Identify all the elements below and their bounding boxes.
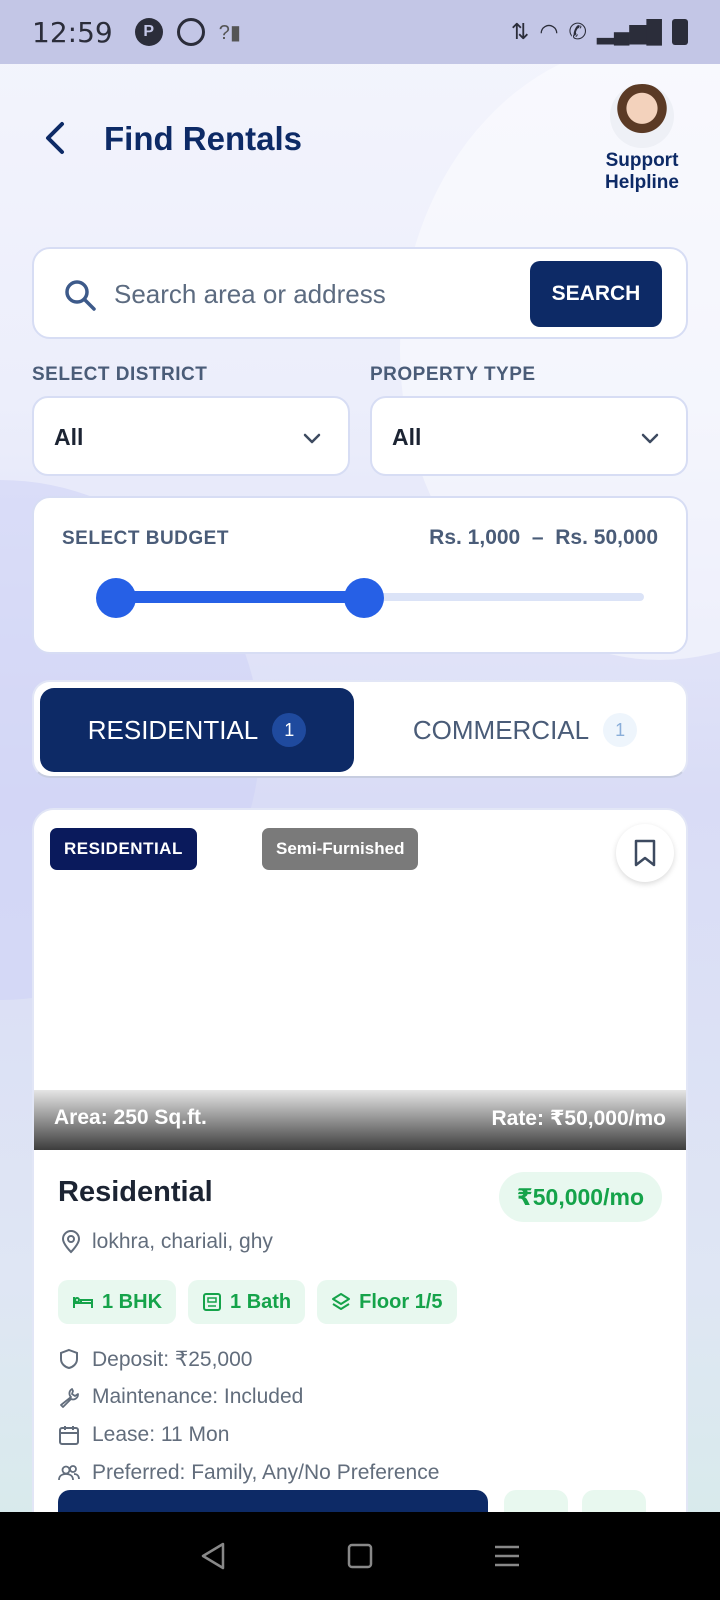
wifi-call-icon: ✆ xyxy=(568,19,587,44)
budget-card: SELECT BUDGET Rs. 1,000 – Rs. 50,000 xyxy=(32,496,688,654)
users-icon xyxy=(58,1465,80,1481)
header: Find Rentals Support Helpline xyxy=(0,64,720,234)
listing-title: Residential xyxy=(58,1176,213,1208)
property-type-dropdown[interactable]: All xyxy=(370,396,688,476)
support-agent-avatar xyxy=(610,84,674,148)
district-label: SELECT DISTRICT xyxy=(32,364,208,385)
page-title: Find Rentals xyxy=(104,120,303,157)
location-pin-icon xyxy=(61,1230,81,1254)
search-bar: SEARCH xyxy=(32,247,688,339)
chevron-down-icon xyxy=(641,433,659,444)
app-notification-icon: P xyxy=(134,18,163,46)
property-type-chip: RESIDENTIAL xyxy=(50,828,197,870)
search-input[interactable] xyxy=(114,269,474,319)
back-triangle-icon xyxy=(202,1542,225,1570)
bookmark-icon xyxy=(634,839,656,867)
property-type-label: PROPERTY TYPE xyxy=(370,364,536,385)
home-square-icon xyxy=(347,1543,373,1569)
search-icon xyxy=(65,280,96,311)
system-navigation-bar xyxy=(0,1512,720,1600)
preferred-row: Preferred: Family, Any/No Preference xyxy=(58,1454,439,1492)
no-signal-icon: ?▮ xyxy=(218,21,241,44)
wifi-icon: ◠ xyxy=(539,19,559,44)
status-time: 12:59 xyxy=(32,15,113,49)
floor-tag: Floor 1/5 xyxy=(317,1280,457,1324)
district-dropdown[interactable]: All xyxy=(32,396,350,476)
tab-residential[interactable]: RESIDENTIAL 1 xyxy=(40,688,354,772)
budget-max-handle[interactable] xyxy=(344,578,385,618)
location-row: lokhra, chariali, ghy xyxy=(60,1230,273,1254)
lease-row: Lease: 11 Mon xyxy=(58,1416,439,1454)
area-overlay-text: Area: 250 Sq.ft. xyxy=(54,1106,207,1129)
status-bar: 12:59 P ?▮ ⇅ ◠ ✆ ▂▄▆█ xyxy=(0,0,720,64)
bookmark-button[interactable] xyxy=(616,824,674,882)
listing-card[interactable]: RESIDENTIAL Semi-Furnished Area: 250 Sq.… xyxy=(32,808,688,1600)
district-value: All xyxy=(54,424,84,450)
price-badge: ₹50,000/mo xyxy=(498,1172,662,1222)
app-screen: 12:59 P ?▮ ⇅ ◠ ✆ ▂▄▆█ Find Rentals Suppo… xyxy=(0,0,720,1600)
shield-icon xyxy=(60,1348,78,1370)
budget-label: SELECT BUDGET xyxy=(62,528,229,549)
tab-count-badge: 1 xyxy=(603,713,638,747)
data-arrows-icon: ⇅ xyxy=(510,19,530,44)
menu-lines-icon xyxy=(494,1545,519,1567)
listing-details: Deposit: ₹25,000 Maintenance: Included L… xyxy=(58,1340,439,1492)
furnishing-chip: Semi-Furnished xyxy=(262,828,419,870)
support-helpline-button[interactable]: Support Helpline xyxy=(590,84,694,194)
bath-tag: 1 Bath xyxy=(188,1280,306,1324)
budget-min-handle[interactable] xyxy=(96,578,136,618)
tab-label: RESIDENTIAL xyxy=(87,714,259,745)
deposit-row: Deposit: ₹25,000 xyxy=(58,1340,439,1378)
bed-icon xyxy=(73,1297,93,1308)
tab-commercial[interactable]: COMMERCIAL 1 xyxy=(368,688,682,772)
maintenance-row: Maintenance: Included xyxy=(58,1378,439,1416)
support-label: Support Helpline xyxy=(605,150,679,193)
chevron-down-icon xyxy=(303,433,321,444)
battery-icon xyxy=(672,19,688,45)
nav-back-button[interactable] xyxy=(195,1538,231,1574)
bhk-tag: 1 BHK xyxy=(58,1280,177,1324)
back-arrow-icon[interactable] xyxy=(38,118,78,158)
category-tabs: RESIDENTIAL 1 COMMERCIAL 1 xyxy=(32,680,688,778)
location-text: lokhra, chariali, ghy xyxy=(92,1230,273,1253)
layers-icon xyxy=(332,1293,351,1310)
rate-overlay-text: Rate: ₹50,000/mo xyxy=(491,1107,666,1130)
tab-label: COMMERCIAL xyxy=(412,714,590,745)
nav-home-button[interactable] xyxy=(342,1538,378,1574)
signal-icon: ▂▄▆█ xyxy=(596,19,662,44)
whatsapp-icon xyxy=(176,18,205,46)
property-type-value: All xyxy=(392,424,422,450)
feature-tags: 1 BHK 1 Bath Floor 1/5 xyxy=(58,1280,457,1324)
bath-icon xyxy=(203,1293,222,1311)
tab-count-badge: 1 xyxy=(272,713,307,747)
nav-recents-button[interactable] xyxy=(489,1538,525,1574)
budget-slider-selected-range xyxy=(116,591,365,603)
search-button[interactable]: SEARCH xyxy=(530,261,662,327)
budget-range-text: Rs. 1,000 – Rs. 50,000 xyxy=(429,526,658,549)
wrench-icon xyxy=(60,1388,79,1408)
calendar-icon xyxy=(59,1426,79,1445)
